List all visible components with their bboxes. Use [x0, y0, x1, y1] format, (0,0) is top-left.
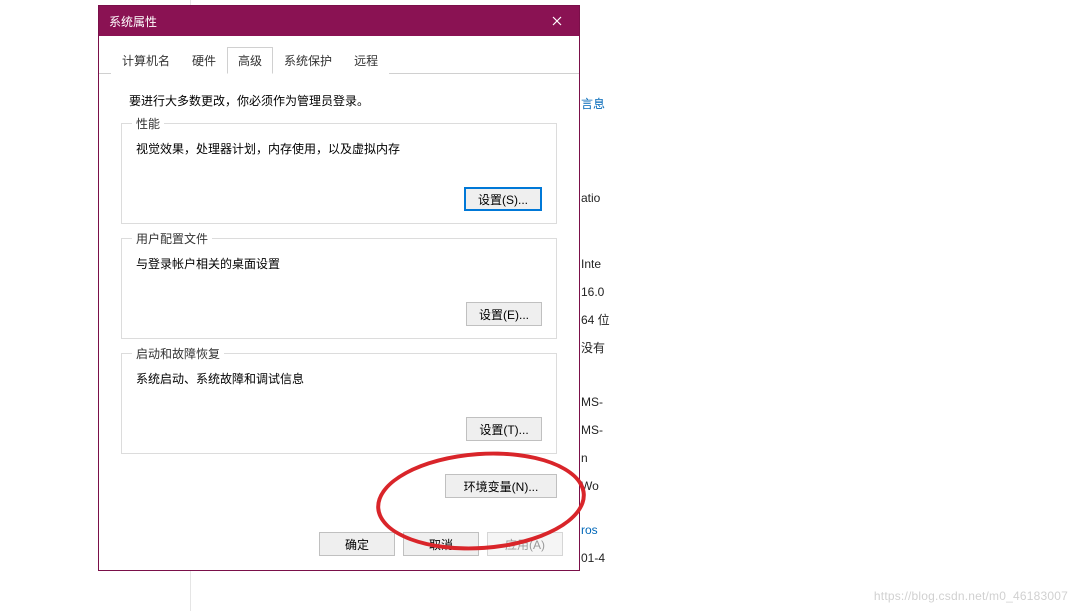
bg-text: MS- [581, 388, 620, 416]
dialog-button-row: 确定 取消 应用(A) [99, 524, 579, 570]
apply-button[interactable]: 应用(A) [487, 532, 563, 556]
window-title: 系统属性 [109, 13, 157, 30]
group-desc: 与登录帐户相关的桌面设置 [136, 255, 542, 272]
tab-advanced[interactable]: 高级 [227, 47, 273, 74]
group-legend: 启动和故障恢复 [132, 345, 224, 362]
group-user-profiles: 用户配置文件 与登录帐户相关的桌面设置 设置(E)... [121, 238, 557, 339]
tab-system-protection[interactable]: 系统保护 [273, 47, 343, 74]
tab-hardware[interactable]: 硬件 [181, 47, 227, 74]
bg-link-ros[interactable]: ros [581, 523, 598, 537]
group-desc: 系统启动、系统故障和调试信息 [136, 370, 542, 387]
close-button[interactable] [535, 6, 579, 36]
group-legend: 性能 [132, 115, 164, 132]
intro-text: 要进行大多数更改，你必须作为管理员登录。 [129, 92, 557, 109]
cancel-button[interactable]: 取消 [403, 532, 479, 556]
tab-computer-name[interactable]: 计算机名 [111, 47, 181, 74]
environment-variables-button[interactable]: 环境变量(N)... [445, 474, 557, 498]
tab-content: 要进行大多数更改，你必须作为管理员登录。 性能 视觉效果，处理器计划，内存使用，… [99, 74, 579, 524]
performance-settings-button[interactable]: 设置(S)... [464, 187, 542, 211]
bg-text: n [581, 444, 620, 472]
bg-text: MS- [581, 416, 620, 444]
bg-text: 没有 [581, 334, 620, 362]
system-properties-dialog: 系统属性 计算机名 硬件 高级 系统保护 远程 要进行大多数更改，你必须作为管理… [98, 5, 580, 571]
bg-text: 16.0 [581, 278, 620, 306]
user-profiles-settings-button[interactable]: 设置(E)... [466, 302, 542, 326]
group-performance: 性能 视觉效果，处理器计划，内存使用，以及虚拟内存 设置(S)... [121, 123, 557, 224]
watermark: https://blog.csdn.net/m0_46183007 [874, 589, 1068, 603]
ok-button[interactable]: 确定 [319, 532, 395, 556]
group-desc: 视觉效果，处理器计划，内存使用，以及虚拟内存 [136, 140, 542, 157]
bg-text: 01-4 [581, 544, 620, 572]
titlebar[interactable]: 系统属性 [99, 6, 579, 36]
tab-remote[interactable]: 远程 [343, 47, 389, 74]
bg-text: Wo [581, 472, 620, 500]
close-icon [552, 16, 562, 26]
bg-text: 64 位 [581, 306, 620, 334]
group-legend: 用户配置文件 [132, 230, 212, 247]
tab-row: 计算机名 硬件 高级 系统保护 远程 [99, 36, 579, 74]
bg-link-info[interactable]: 言息 [581, 97, 605, 111]
startup-recovery-settings-button[interactable]: 设置(T)... [466, 417, 542, 441]
bg-text: atio [581, 184, 620, 212]
bg-text: Inte [581, 250, 620, 278]
group-startup-recovery: 启动和故障恢复 系统启动、系统故障和调试信息 设置(T)... [121, 353, 557, 454]
